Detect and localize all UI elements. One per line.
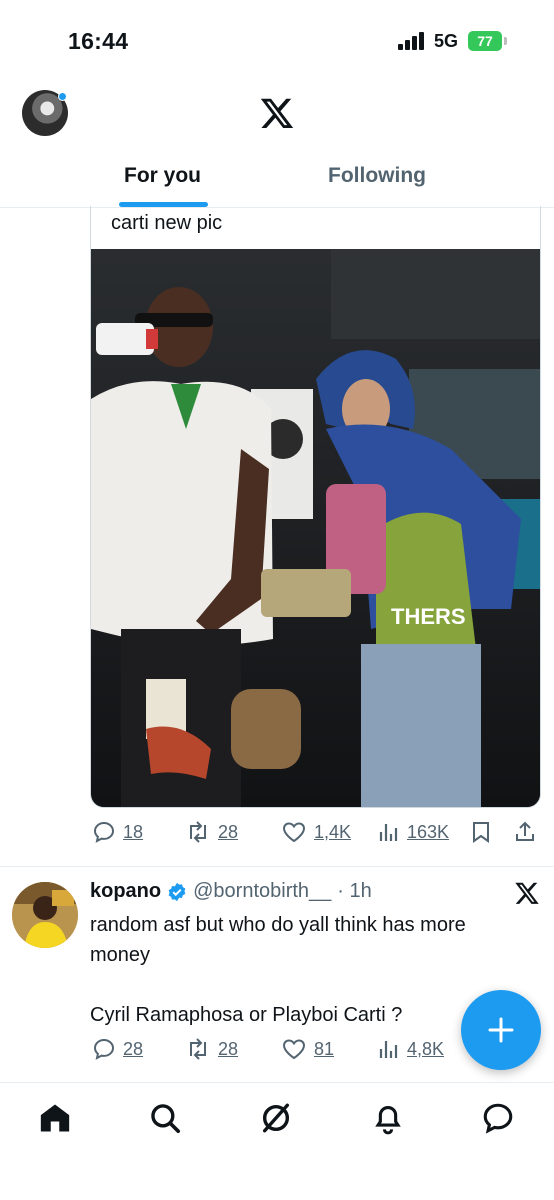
bookmark-icon bbox=[473, 822, 489, 843]
battery-level: 77 bbox=[477, 33, 493, 49]
timeline-tabs: For you Following bbox=[0, 150, 554, 208]
views-button[interactable]: 163K bbox=[378, 812, 449, 852]
notifications-icon[interactable] bbox=[371, 1101, 405, 1135]
tweet-divider bbox=[0, 866, 554, 867]
reply-button[interactable]: 18 bbox=[92, 812, 143, 852]
like-count: 81 bbox=[314, 1038, 335, 1059]
home-icon[interactable] bbox=[38, 1101, 72, 1135]
tab-following[interactable]: Following bbox=[328, 164, 426, 188]
tweet-photo[interactable]: THERS bbox=[91, 249, 540, 807]
grok-icon[interactable] bbox=[259, 1101, 293, 1135]
reply-icon bbox=[93, 821, 115, 843]
battery-tip bbox=[504, 37, 507, 45]
tweet-time: · 1h bbox=[337, 880, 372, 902]
like-icon bbox=[282, 1039, 306, 1060]
views-count: 163K bbox=[407, 821, 450, 842]
reply-count: 18 bbox=[123, 821, 144, 842]
notification-dot bbox=[58, 92, 67, 101]
share-button[interactable] bbox=[513, 812, 537, 852]
avatar-image bbox=[12, 882, 78, 948]
bottom-navigation bbox=[0, 1082, 554, 1200]
quoted-tweet-card[interactable]: carti new pic THERS bbox=[90, 206, 541, 808]
quoted-tweet-text: carti new pic bbox=[111, 212, 223, 234]
author-name[interactable]: kopano bbox=[90, 880, 161, 903]
share-icon bbox=[516, 821, 534, 841]
compose-button[interactable] bbox=[461, 990, 541, 1070]
svg-text:THERS: THERS bbox=[391, 604, 466, 629]
tab-for-you[interactable]: For you bbox=[124, 164, 201, 188]
views-count: 4,8K bbox=[407, 1038, 445, 1059]
reply-button[interactable]: 28 bbox=[92, 1029, 143, 1069]
compose-icon bbox=[488, 1017, 514, 1043]
like-icon bbox=[282, 822, 306, 843]
network-type: 5G bbox=[434, 31, 459, 51]
photo-illustration: THERS bbox=[91, 249, 540, 807]
like-button[interactable]: 81 bbox=[281, 1029, 334, 1069]
search-icon[interactable] bbox=[148, 1101, 182, 1135]
x-logo-icon bbox=[515, 882, 539, 904]
repost-icon bbox=[190, 821, 206, 843]
repost-count: 28 bbox=[218, 1038, 239, 1059]
tweet-header: kopano @borntobirth__ · 1h bbox=[90, 880, 372, 903]
status-bar: 16:44 5G 77 bbox=[0, 0, 554, 80]
repost-button[interactable]: 28 bbox=[185, 1029, 238, 1069]
views-button[interactable]: 4,8K bbox=[378, 1029, 444, 1069]
messages-icon[interactable] bbox=[481, 1101, 515, 1135]
like-button[interactable]: 1,4K bbox=[281, 812, 351, 852]
repost-count: 28 bbox=[218, 821, 239, 842]
reply-count: 28 bbox=[123, 1038, 144, 1059]
like-count: 1,4K bbox=[314, 821, 352, 842]
views-icon bbox=[379, 1041, 398, 1058]
battery-icon: 77 bbox=[468, 31, 502, 51]
quote-actions: 18 28 1,4K 163K bbox=[0, 812, 554, 852]
author-avatar[interactable] bbox=[12, 882, 78, 948]
signal-icon bbox=[398, 32, 426, 50]
verified-icon bbox=[168, 882, 186, 901]
repost-button[interactable]: 28 bbox=[185, 812, 238, 852]
bookmark-button[interactable] bbox=[470, 812, 492, 852]
repost-icon bbox=[190, 1038, 206, 1060]
reply-icon bbox=[93, 1038, 115, 1060]
status-time: 16:44 bbox=[68, 28, 129, 54]
author-handle[interactable]: @borntobirth__ bbox=[193, 880, 331, 903]
x-logo-icon[interactable] bbox=[259, 95, 295, 131]
views-icon bbox=[379, 824, 398, 841]
